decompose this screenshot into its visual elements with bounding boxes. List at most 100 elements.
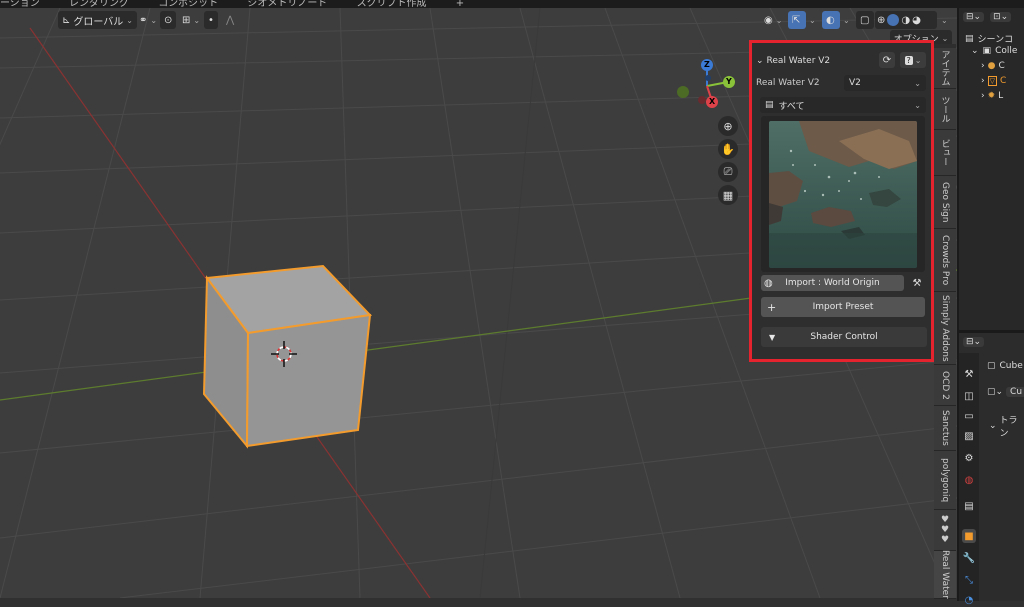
- collection-tab-icon[interactable]: ▤: [962, 499, 976, 513]
- rendered-shading-icon[interactable]: ◕: [912, 15, 921, 26]
- tab-view[interactable]: ビュー: [934, 130, 956, 176]
- scene-collection-icon: ▤: [965, 33, 974, 44]
- object-data-field[interactable]: ▢⌄ Cu: [987, 387, 1024, 397]
- render-tab-icon[interactable]: ◫: [962, 389, 976, 403]
- import-world-origin-button[interactable]: ◍ Import : World Origin: [761, 275, 904, 291]
- tab-simply-addons[interactable]: Simply Addons: [934, 292, 956, 365]
- camera-view-icon[interactable]: ⎚: [718, 162, 738, 182]
- tab-tool[interactable]: ツール: [934, 89, 956, 130]
- object-name-row[interactable]: ▢ Cube: [987, 361, 1023, 371]
- overlays-dropdown[interactable]: ⌄: [839, 11, 854, 29]
- material-shading-icon[interactable]: ◑: [901, 15, 910, 26]
- expand-chevron-icon: ⌄: [971, 46, 979, 56]
- help-icon: ?: [904, 55, 913, 65]
- gizmo-y-label: Y: [726, 77, 732, 86]
- camera-icon: ●: [987, 61, 996, 71]
- outliner-item-camera[interactable]: › ● C: [981, 61, 1005, 71]
- gizmo-x-label: X: [709, 97, 716, 106]
- output-tab-icon[interactable]: ▭: [962, 409, 976, 423]
- outliner-item-light[interactable]: › ✹ L: [981, 91, 1003, 101]
- orientation-label: グローバル: [73, 16, 124, 28]
- tools-icon[interactable]: ⚒: [909, 275, 925, 291]
- hand-pan-icon[interactable]: ✋: [718, 139, 738, 159]
- particles-tab-icon[interactable]: ⤡: [962, 573, 976, 587]
- properties-editor: ⊟⌄ ⚒ ◫ ▭ ▨ ⚙ ◍ ▤ ■ 🔧 ⤡ ◔ ▢ Cube ▢⌄ Cu ⌄ …: [957, 330, 1024, 606]
- menu-geometry-nodes[interactable]: ジオメトリノード: [247, 0, 327, 8]
- menu-animation[interactable]: ーション: [0, 0, 40, 8]
- help-dropdown[interactable]: ? ⌄: [900, 52, 926, 68]
- visibility-dropdown[interactable]: ◉ ⌄: [760, 11, 786, 29]
- version-select[interactable]: V2 ⌄: [844, 75, 926, 91]
- world-tab-icon[interactable]: ◍: [962, 473, 976, 487]
- water-preview-graphic: [769, 121, 917, 268]
- panel-header[interactable]: ⌄ Real Water V2 ⟳ ? ⌄: [756, 52, 927, 70]
- editor-type-dropdown[interactable]: ⊟⌄: [963, 12, 985, 22]
- chevron-down-icon: ⌄: [914, 55, 922, 65]
- view-layer-tab-icon[interactable]: ▨: [962, 429, 976, 443]
- display-mode-dropdown[interactable]: ⊡⌄: [990, 12, 1012, 22]
- collection-icon: ▣: [982, 46, 992, 56]
- tab-hearts[interactable]: ♥♥♥: [934, 510, 956, 551]
- shading-mode-group[interactable]: ⊕ ◑ ◕: [875, 11, 937, 29]
- physics-tab-icon[interactable]: ◔: [962, 593, 976, 607]
- add-workspace-button[interactable]: +: [456, 0, 464, 8]
- scene-tab-icon[interactable]: ⚙: [962, 451, 976, 465]
- tool-tab-icon[interactable]: ⚒: [962, 367, 976, 381]
- expand-chevron-icon: ›: [981, 61, 985, 71]
- modifier-tab-icon[interactable]: 🔧: [962, 551, 976, 565]
- collection-row[interactable]: ⌄ ▣ Colle: [971, 46, 1017, 56]
- category-select[interactable]: ▤ すべて ⌄: [760, 97, 926, 113]
- snap-target-dropdown[interactable]: ⊞ ⌄: [178, 11, 204, 29]
- properties-tab-bar: ⚒ ◫ ▭ ▨ ⚙ ◍ ▤ ■ 🔧 ⤡ ◔: [959, 353, 979, 606]
- expand-chevron-icon: ›: [981, 76, 985, 86]
- shader-control-label: Shader Control: [810, 332, 878, 342]
- collapse-chevron-icon[interactable]: ⌄: [756, 56, 764, 66]
- overlays-toggle[interactable]: ◐: [822, 11, 840, 29]
- xray-icon: ▢: [860, 14, 870, 26]
- gizmo-dropdown[interactable]: ⌄: [805, 11, 820, 29]
- import-preset-button[interactable]: + Import Preset: [761, 297, 925, 317]
- snap-toggle[interactable]: ⊙: [160, 11, 177, 29]
- xray-toggle[interactable]: ▢: [856, 11, 874, 29]
- falloff-dropdown[interactable]: ⋀: [222, 11, 238, 29]
- menu-compositing[interactable]: コンポジット: [158, 0, 218, 8]
- shading-dropdown[interactable]: ⌄: [937, 11, 952, 29]
- transform-orientation-dropdown[interactable]: ⊾ グローバル ⌄: [58, 11, 137, 29]
- properties-editor-type[interactable]: ⊟⌄: [963, 337, 985, 347]
- chevron-down-icon: ⌄: [150, 15, 158, 25]
- light-icon: ✹: [987, 91, 996, 101]
- zoom-icon[interactable]: ⊕: [718, 116, 738, 136]
- tab-item[interactable]: アイテム: [934, 48, 956, 89]
- archive-icon: ▤: [765, 100, 774, 110]
- proportional-edit-toggle[interactable]: •: [204, 11, 218, 29]
- pivot-point-dropdown[interactable]: ⚭ ⌄: [135, 11, 161, 29]
- object-tab-icon[interactable]: ■: [962, 529, 976, 543]
- expand-chevron-icon: ⌄: [989, 421, 997, 431]
- water-preview-image[interactable]: [769, 121, 917, 268]
- transform-section-header[interactable]: ⌄ トラン: [989, 413, 1024, 439]
- solid-shading-icon[interactable]: [887, 14, 900, 26]
- tab-sanctus[interactable]: Sanctus: [934, 406, 956, 451]
- proportional-icon: •: [208, 14, 214, 26]
- tab-crowds-pro[interactable]: Crowds Pro: [934, 229, 956, 292]
- tab-ocd-2[interactable]: OCD 2: [934, 365, 956, 406]
- tab-polygoniq[interactable]: polygoniq: [934, 451, 956, 510]
- outliner-item-cube[interactable]: › ▽ C: [981, 76, 1006, 86]
- chevron-down-icon: ⌄: [843, 15, 850, 25]
- refresh-icon[interactable]: ⟳: [879, 52, 895, 68]
- perspective-grid-icon[interactable]: ▦: [718, 185, 738, 205]
- gizmo-z-label: Z: [704, 60, 710, 69]
- overlays-icon: ◐: [826, 14, 835, 26]
- menu-scripting[interactable]: スクリプト作成: [357, 0, 427, 8]
- wireframe-shading-icon[interactable]: ⊕: [877, 15, 885, 26]
- tab-real-water[interactable]: Real Water: [934, 550, 956, 599]
- object-name: Cube: [999, 361, 1023, 371]
- 3d-cursor-icon[interactable]: [269, 339, 299, 369]
- version-label: Real Water V2: [756, 78, 820, 88]
- menu-rendering[interactable]: レンダリング: [69, 0, 129, 8]
- gizmo-toggle[interactable]: ⇱: [788, 11, 806, 29]
- tab-geo-sign[interactable]: Geo Sign: [934, 176, 956, 229]
- shader-control-subpanel[interactable]: ▼ Shader Control: [761, 327, 927, 347]
- snap-icon: ⊙: [164, 14, 173, 26]
- scene-row[interactable]: ▤ シーンコ: [965, 32, 1013, 46]
